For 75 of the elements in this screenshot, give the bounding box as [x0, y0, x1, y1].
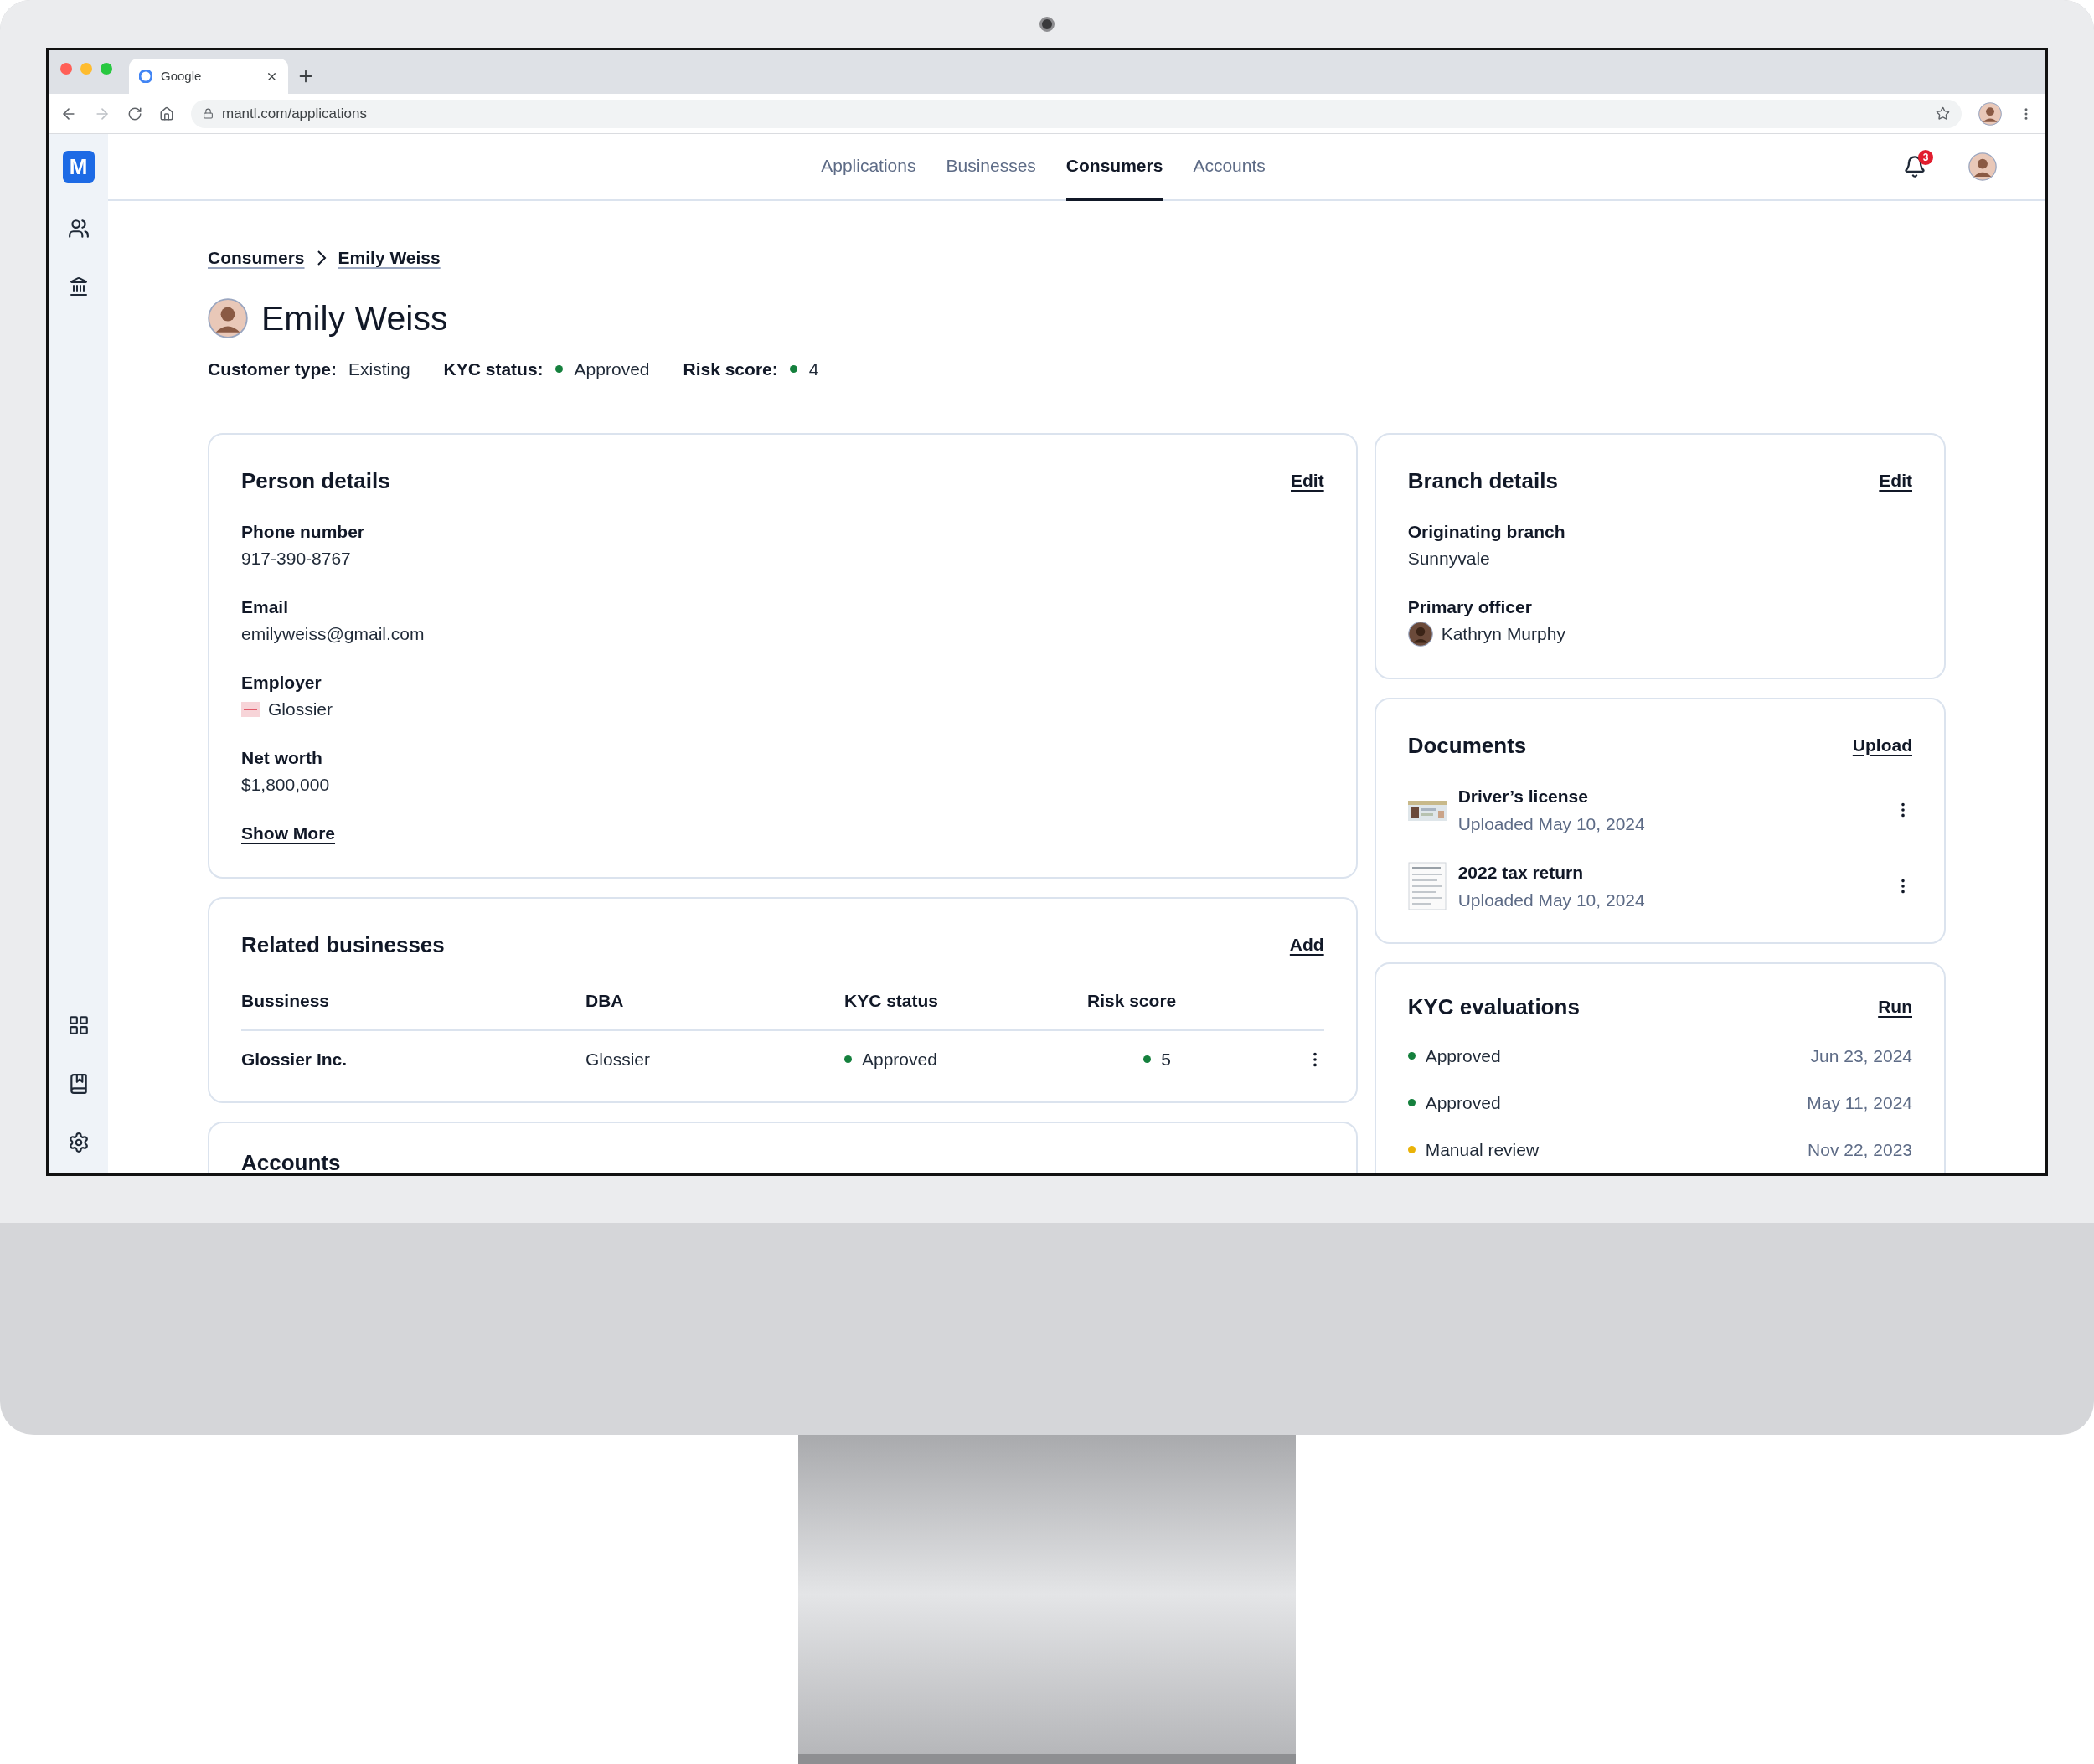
card-title: Accounts: [241, 1149, 341, 1173]
evaluation-date: Jun 23, 2024: [1810, 1044, 1912, 1067]
table-cell-text: Glossier: [585, 1048, 652, 1070]
document-name[interactable]: Driver’s license: [1457, 784, 1882, 808]
avatar: [1407, 621, 1433, 647]
column-header: DBA: [585, 989, 625, 1012]
document-name[interactable]: 2022 tax return: [1457, 860, 1882, 885]
nav-tab[interactable]: Consumers: [1065, 134, 1163, 201]
add-link[interactable]: Add: [1289, 931, 1324, 958]
field-label: Net worth: [241, 746, 323, 769]
bank-icon[interactable]: [68, 276, 89, 297]
field-value: Sunnyvale: [1407, 547, 1490, 570]
evaluation-status: Manual review: [1425, 1138, 1540, 1161]
notification-count: 3: [1918, 150, 1933, 165]
meta-value: Existing: [348, 358, 410, 380]
show-more-link[interactable]: Show More: [241, 821, 335, 845]
field-value: $1,800,000: [241, 773, 330, 796]
edit-link[interactable]: Edit: [1879, 467, 1912, 494]
address-bar[interactable]: mantl.com/applications: [191, 99, 1962, 128]
card-title: Person details: [241, 467, 390, 495]
home-icon[interactable]: [159, 106, 174, 121]
table-cell-text: Approved: [862, 1048, 937, 1070]
table-cell-text: Glossier Inc.: [241, 1048, 348, 1070]
person-name: Emily Weiss: [261, 297, 448, 339]
settings-icon[interactable]: [67, 1132, 90, 1153]
app-logo[interactable]: M: [62, 151, 95, 183]
card-title: Related businesses: [241, 931, 445, 959]
meta-label: KYC status:: [443, 358, 544, 380]
edit-link[interactable]: Edit: [1291, 467, 1324, 494]
browser-tab[interactable]: Google: [129, 59, 288, 94]
field-value: emilyweiss@gmail.com: [241, 622, 425, 645]
field-label: Employer: [241, 671, 322, 694]
logo-icon: [241, 701, 260, 717]
card-title: KYC evaluations: [1407, 993, 1580, 1021]
meta-label: Customer type:: [208, 358, 338, 380]
field-label: Phone number: [241, 520, 365, 543]
notification-bell-icon[interactable]: [1903, 155, 1926, 178]
user-avatar: [1968, 152, 1997, 181]
field-value: 917-390-8767: [241, 547, 351, 570]
run-link[interactable]: Run: [1878, 994, 1912, 1019]
evaluation-status: Approved: [1425, 1091, 1502, 1114]
column-header: Bussiness: [241, 989, 331, 1012]
field-label: Primary officer: [1407, 596, 1533, 618]
camera-icon: [1039, 16, 1055, 32]
breadcrumb-link[interactable]: Consumers: [208, 245, 305, 271]
star-icon[interactable]: [1936, 106, 1950, 121]
breadcrumb-link[interactable]: Emily Weiss: [338, 245, 441, 271]
field-label: Email: [241, 596, 290, 618]
meta-value: 4: [808, 358, 819, 380]
table-cell-text: 5: [1161, 1048, 1171, 1070]
evaluation-date: May 11, 2024: [1807, 1091, 1912, 1114]
field-value: Kathryn Murphy: [1441, 622, 1565, 645]
person-avatar: [208, 298, 248, 339]
evaluation-status: Approved: [1425, 1044, 1502, 1067]
field-value: Glossier: [268, 698, 333, 720]
people-icon[interactable]: [67, 218, 90, 240]
grid-icon[interactable]: [67, 1014, 90, 1036]
upload-date: Uploaded May 10, 2024: [1457, 889, 1646, 911]
reload-icon[interactable]: [127, 106, 142, 121]
chevron-right-icon: [316, 249, 327, 266]
upload-link[interactable]: Upload: [1852, 731, 1912, 759]
meta-label: Risk score:: [683, 358, 778, 380]
field-label: Originating branch: [1407, 520, 1566, 543]
upload-date: Uploaded May 10, 2024: [1457, 812, 1646, 835]
nav-tab[interactable]: Applications: [821, 134, 916, 201]
nav-tab[interactable]: Businesses: [946, 134, 1036, 201]
lock-icon: [203, 108, 214, 119]
card-title: Branch details: [1407, 467, 1558, 495]
profile-avatar: [1978, 101, 2002, 126]
nav-tab[interactable]: Accounts: [1193, 134, 1266, 201]
card-title: Documents: [1407, 731, 1527, 760]
evaluation-date: Nov 22, 2023: [1808, 1138, 1912, 1161]
meta-value: Approved: [574, 358, 650, 380]
column-header: KYC status: [844, 989, 940, 1012]
column-header: Risk score: [1087, 989, 1178, 1012]
